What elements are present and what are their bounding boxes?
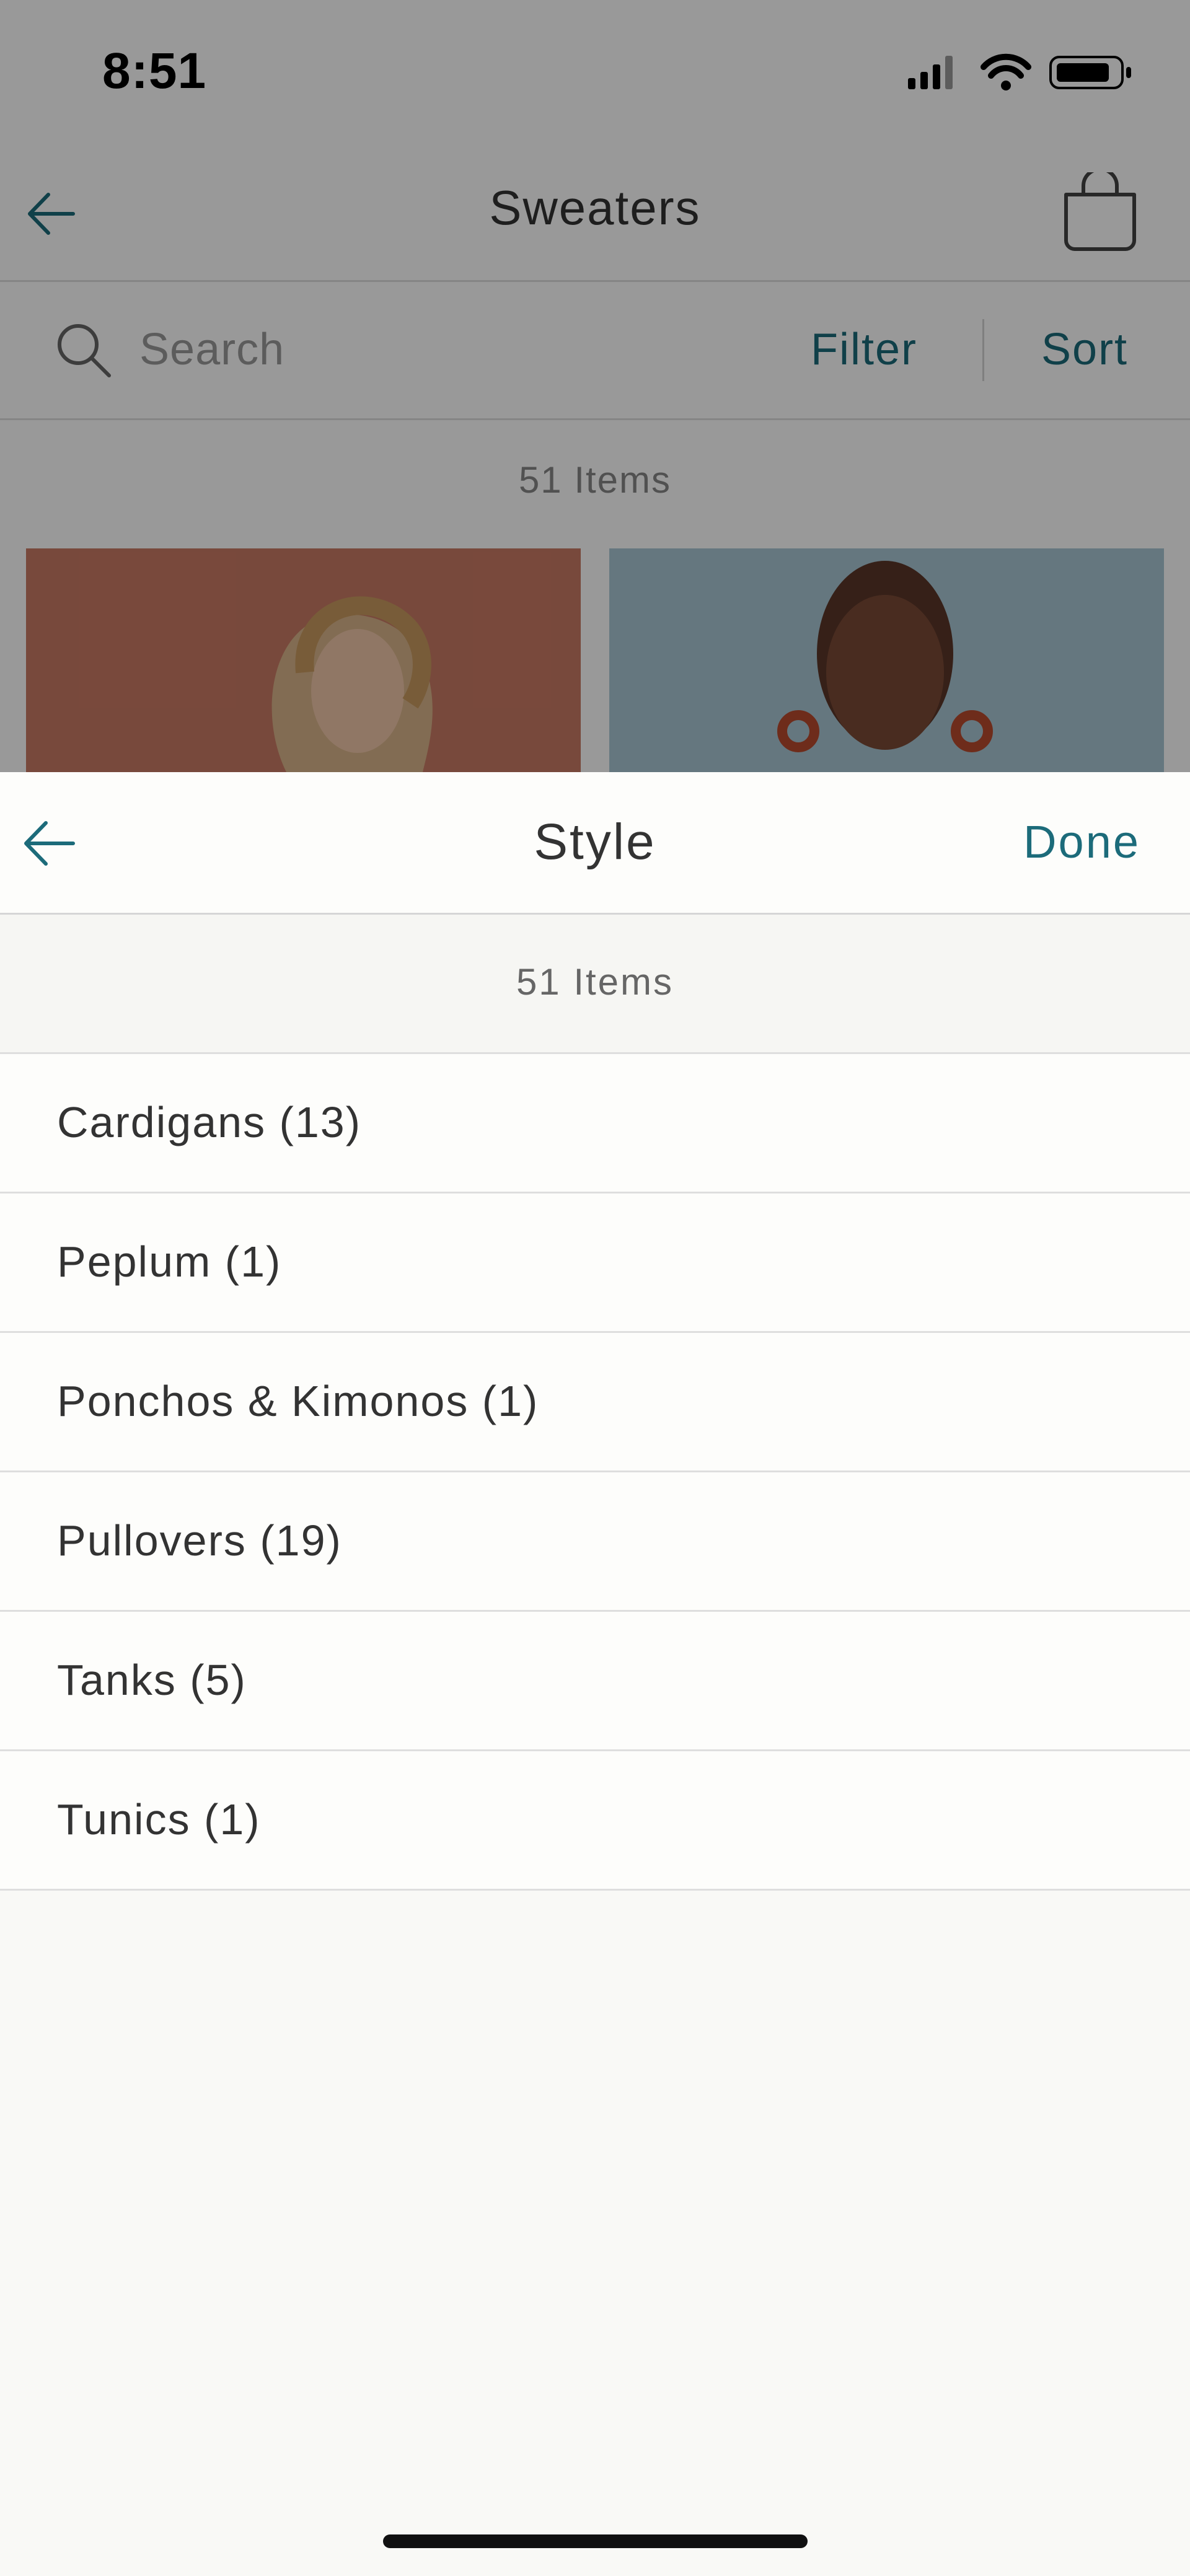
option-label: Pullovers (19) [57,1516,342,1565]
style-options-list: Cardigans (13) Peplum (1) Ponchos & Kimo… [0,1054,1190,1891]
sheet-header: Style Done [0,772,1190,915]
background-page: 8:51 Sweaters Search Filter Sort 51 Item… [0,0,1190,772]
home-indicator[interactable] [383,2534,808,2548]
sheet-title: Style [534,814,656,870]
dim-overlay[interactable] [0,0,1190,772]
screen: 8:51 Sweaters Search Filter Sort 51 Item… [0,0,1190,2576]
style-filter-sheet: Style Done 51 Items Cardigans (13) Peplu… [0,772,1190,2576]
option-label: Tanks (5) [57,1656,247,1704]
option-label: Tunics (1) [57,1795,261,1844]
done-button[interactable]: Done [1023,815,1140,868]
style-option-tunics[interactable]: Tunics (1) [0,1751,1190,1891]
style-option-tanks[interactable]: Tanks (5) [0,1612,1190,1751]
option-label: Cardigans (13) [57,1098,361,1146]
sheet-item-count-bar: 51 Items [0,915,1190,1054]
style-option-pullovers[interactable]: Pullovers (19) [0,1472,1190,1612]
style-option-peplum[interactable]: Peplum (1) [0,1193,1190,1333]
option-label: Peplum (1) [57,1237,282,1286]
style-option-cardigans[interactable]: Cardigans (13) [0,1054,1190,1193]
sheet-item-count: 51 Items [516,961,674,1003]
option-label: Ponchos & Kimonos (1) [57,1377,539,1425]
style-option-ponchos-kimonos[interactable]: Ponchos & Kimonos (1) [0,1333,1190,1472]
